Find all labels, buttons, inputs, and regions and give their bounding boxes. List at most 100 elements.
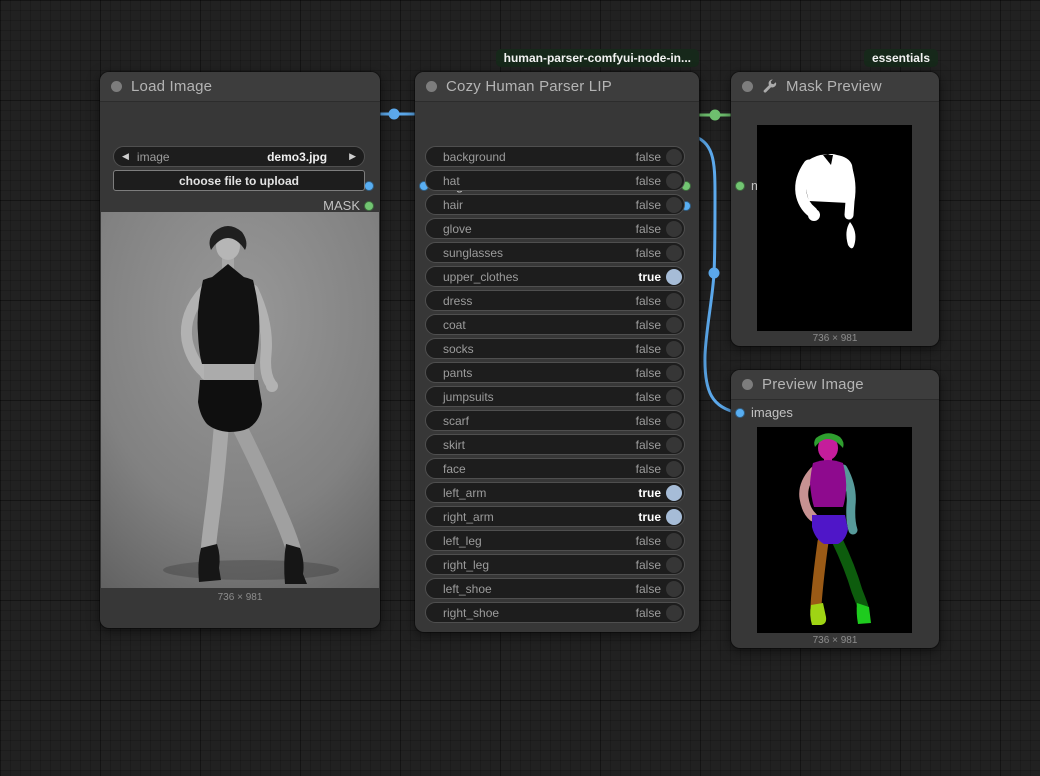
toggle-knob[interactable] — [666, 533, 682, 549]
toggle-coat[interactable]: coatfalse — [425, 314, 685, 335]
toggle-label: left_arm — [443, 486, 638, 500]
node-title: Preview Image — [762, 376, 864, 393]
toggle-label: hat — [443, 174, 636, 188]
output-port-image[interactable] — [364, 181, 374, 191]
input-port-images[interactable] — [735, 408, 745, 418]
node-title-bar[interactable]: Mask Preview — [731, 72, 939, 102]
image-file-combo[interactable]: ◀ image demo3.jpg ▶ — [113, 146, 365, 167]
combo-value: demo3.jpg — [170, 150, 327, 164]
toggle-label: right_leg — [443, 558, 636, 572]
toggle-background[interactable]: backgroundfalse — [425, 146, 685, 167]
toggle-knob[interactable] — [666, 557, 682, 573]
toggle-knob[interactable] — [666, 605, 682, 621]
node-title: Cozy Human Parser LIP — [446, 78, 612, 95]
toggle-knob[interactable] — [666, 293, 682, 309]
toggle-value: true — [638, 486, 661, 500]
node-title-bar[interactable]: Preview Image — [731, 370, 939, 400]
toggle-value: false — [636, 582, 661, 596]
toggle-knob[interactable] — [666, 581, 682, 597]
toggle-upper_clothes[interactable]: upper_clothestrue — [425, 266, 685, 287]
choose-file-button[interactable]: choose file to upload — [113, 170, 365, 191]
collapse-dot[interactable] — [426, 81, 437, 92]
toggle-knob[interactable] — [666, 269, 682, 285]
input-label-images: images — [751, 406, 793, 420]
toggle-face[interactable]: facefalse — [425, 458, 685, 479]
toggle-dress[interactable]: dressfalse — [425, 290, 685, 311]
node-cozy-human-parser[interactable]: Cozy Human Parser LIP image mask map bac… — [415, 72, 699, 632]
toggle-knob[interactable] — [666, 173, 682, 189]
wire-midpoint-dot[interactable] — [709, 268, 720, 279]
toggle-value: false — [636, 318, 661, 332]
toggle-knob[interactable] — [666, 461, 682, 477]
toggle-jumpsuits[interactable]: jumpsuitsfalse — [425, 386, 685, 407]
toggle-knob[interactable] — [666, 437, 682, 453]
toggle-value: false — [636, 294, 661, 308]
toggle-knob[interactable] — [666, 197, 682, 213]
badge-label: essentials — [872, 51, 930, 65]
node-preview-image[interactable]: Preview Image images — [731, 370, 939, 648]
toggle-label: scarf — [443, 414, 636, 428]
node-mask-preview[interactable]: Mask Preview mask 736 × 981 — [731, 72, 939, 346]
node-title: Mask Preview — [786, 78, 882, 95]
toggle-left_leg[interactable]: left_legfalse — [425, 530, 685, 551]
collapse-dot[interactable] — [742, 379, 753, 390]
toggle-left_shoe[interactable]: left_shoefalse — [425, 578, 685, 599]
toggle-value: false — [636, 414, 661, 428]
toggle-value: false — [636, 198, 661, 212]
toggle-label: dress — [443, 294, 636, 308]
collapse-dot[interactable] — [742, 81, 753, 92]
wrench-icon — [762, 79, 777, 94]
wire-midpoint-dot[interactable] — [710, 110, 721, 121]
toggle-knob[interactable] — [666, 413, 682, 429]
toggle-label: socks — [443, 342, 636, 356]
node-title-bar[interactable]: Cozy Human Parser LIP — [415, 72, 699, 102]
toggle-knob[interactable] — [666, 509, 682, 525]
node-source-badge-essentials: essentials — [864, 49, 938, 67]
toggle-skirt[interactable]: skirtfalse — [425, 434, 685, 455]
node-load-image[interactable]: Load Image IMAGE MASK ◀ image demo3.jpg … — [100, 72, 380, 628]
output-port-mask[interactable] — [364, 201, 374, 211]
toggle-knob[interactable] — [666, 485, 682, 501]
toggle-right_shoe[interactable]: right_shoefalse — [425, 602, 685, 623]
toggle-left_arm[interactable]: left_armtrue — [425, 482, 685, 503]
toggle-right_arm[interactable]: right_armtrue — [425, 506, 685, 527]
toggle-knob[interactable] — [666, 245, 682, 261]
wire-midpoint-dot[interactable] — [389, 109, 400, 120]
toggle-label: glove — [443, 222, 636, 236]
node-graph-canvas[interactable]: human-parser-comfyui-node-in... essentia… — [0, 0, 1040, 776]
input-port-mask[interactable] — [735, 181, 745, 191]
collapse-dot[interactable] — [111, 81, 122, 92]
toggle-value: false — [636, 246, 661, 260]
toggle-label: skirt — [443, 438, 636, 452]
toggle-label: left_shoe — [443, 582, 636, 596]
toggle-value: false — [636, 150, 661, 164]
toggle-scarf[interactable]: scarffalse — [425, 410, 685, 431]
node-title-bar[interactable]: Load Image — [100, 72, 380, 102]
toggle-label: coat — [443, 318, 636, 332]
combo-label: image — [137, 150, 170, 164]
toggle-hair[interactable]: hairfalse — [425, 194, 685, 215]
combo-next-icon[interactable]: ▶ — [341, 151, 364, 162]
image-size-caption: 736 × 981 — [731, 635, 939, 646]
combo-prev-icon[interactable]: ◀ — [114, 151, 137, 162]
toggle-value: false — [636, 606, 661, 620]
toggle-label: right_shoe — [443, 606, 636, 620]
toggle-knob[interactable] — [666, 317, 682, 333]
toggle-pants[interactable]: pantsfalse — [425, 362, 685, 383]
toggle-knob[interactable] — [666, 341, 682, 357]
toggle-value: false — [636, 390, 661, 404]
toggle-label: sunglasses — [443, 246, 636, 260]
toggle-knob[interactable] — [666, 389, 682, 405]
toggle-knob[interactable] — [666, 365, 682, 381]
toggle-sunglasses[interactable]: sunglassesfalse — [425, 242, 685, 263]
toggle-socks[interactable]: socksfalse — [425, 338, 685, 359]
toggle-right_leg[interactable]: right_legfalse — [425, 554, 685, 575]
toggle-value: false — [636, 222, 661, 236]
toggle-glove[interactable]: glovefalse — [425, 218, 685, 239]
toggle-label: right_arm — [443, 510, 638, 524]
toggle-knob[interactable] — [666, 221, 682, 237]
toggle-knob[interactable] — [666, 149, 682, 165]
toggle-value: false — [636, 438, 661, 452]
toggle-label: left_leg — [443, 534, 636, 548]
toggle-hat[interactable]: hatfalse — [425, 170, 685, 191]
